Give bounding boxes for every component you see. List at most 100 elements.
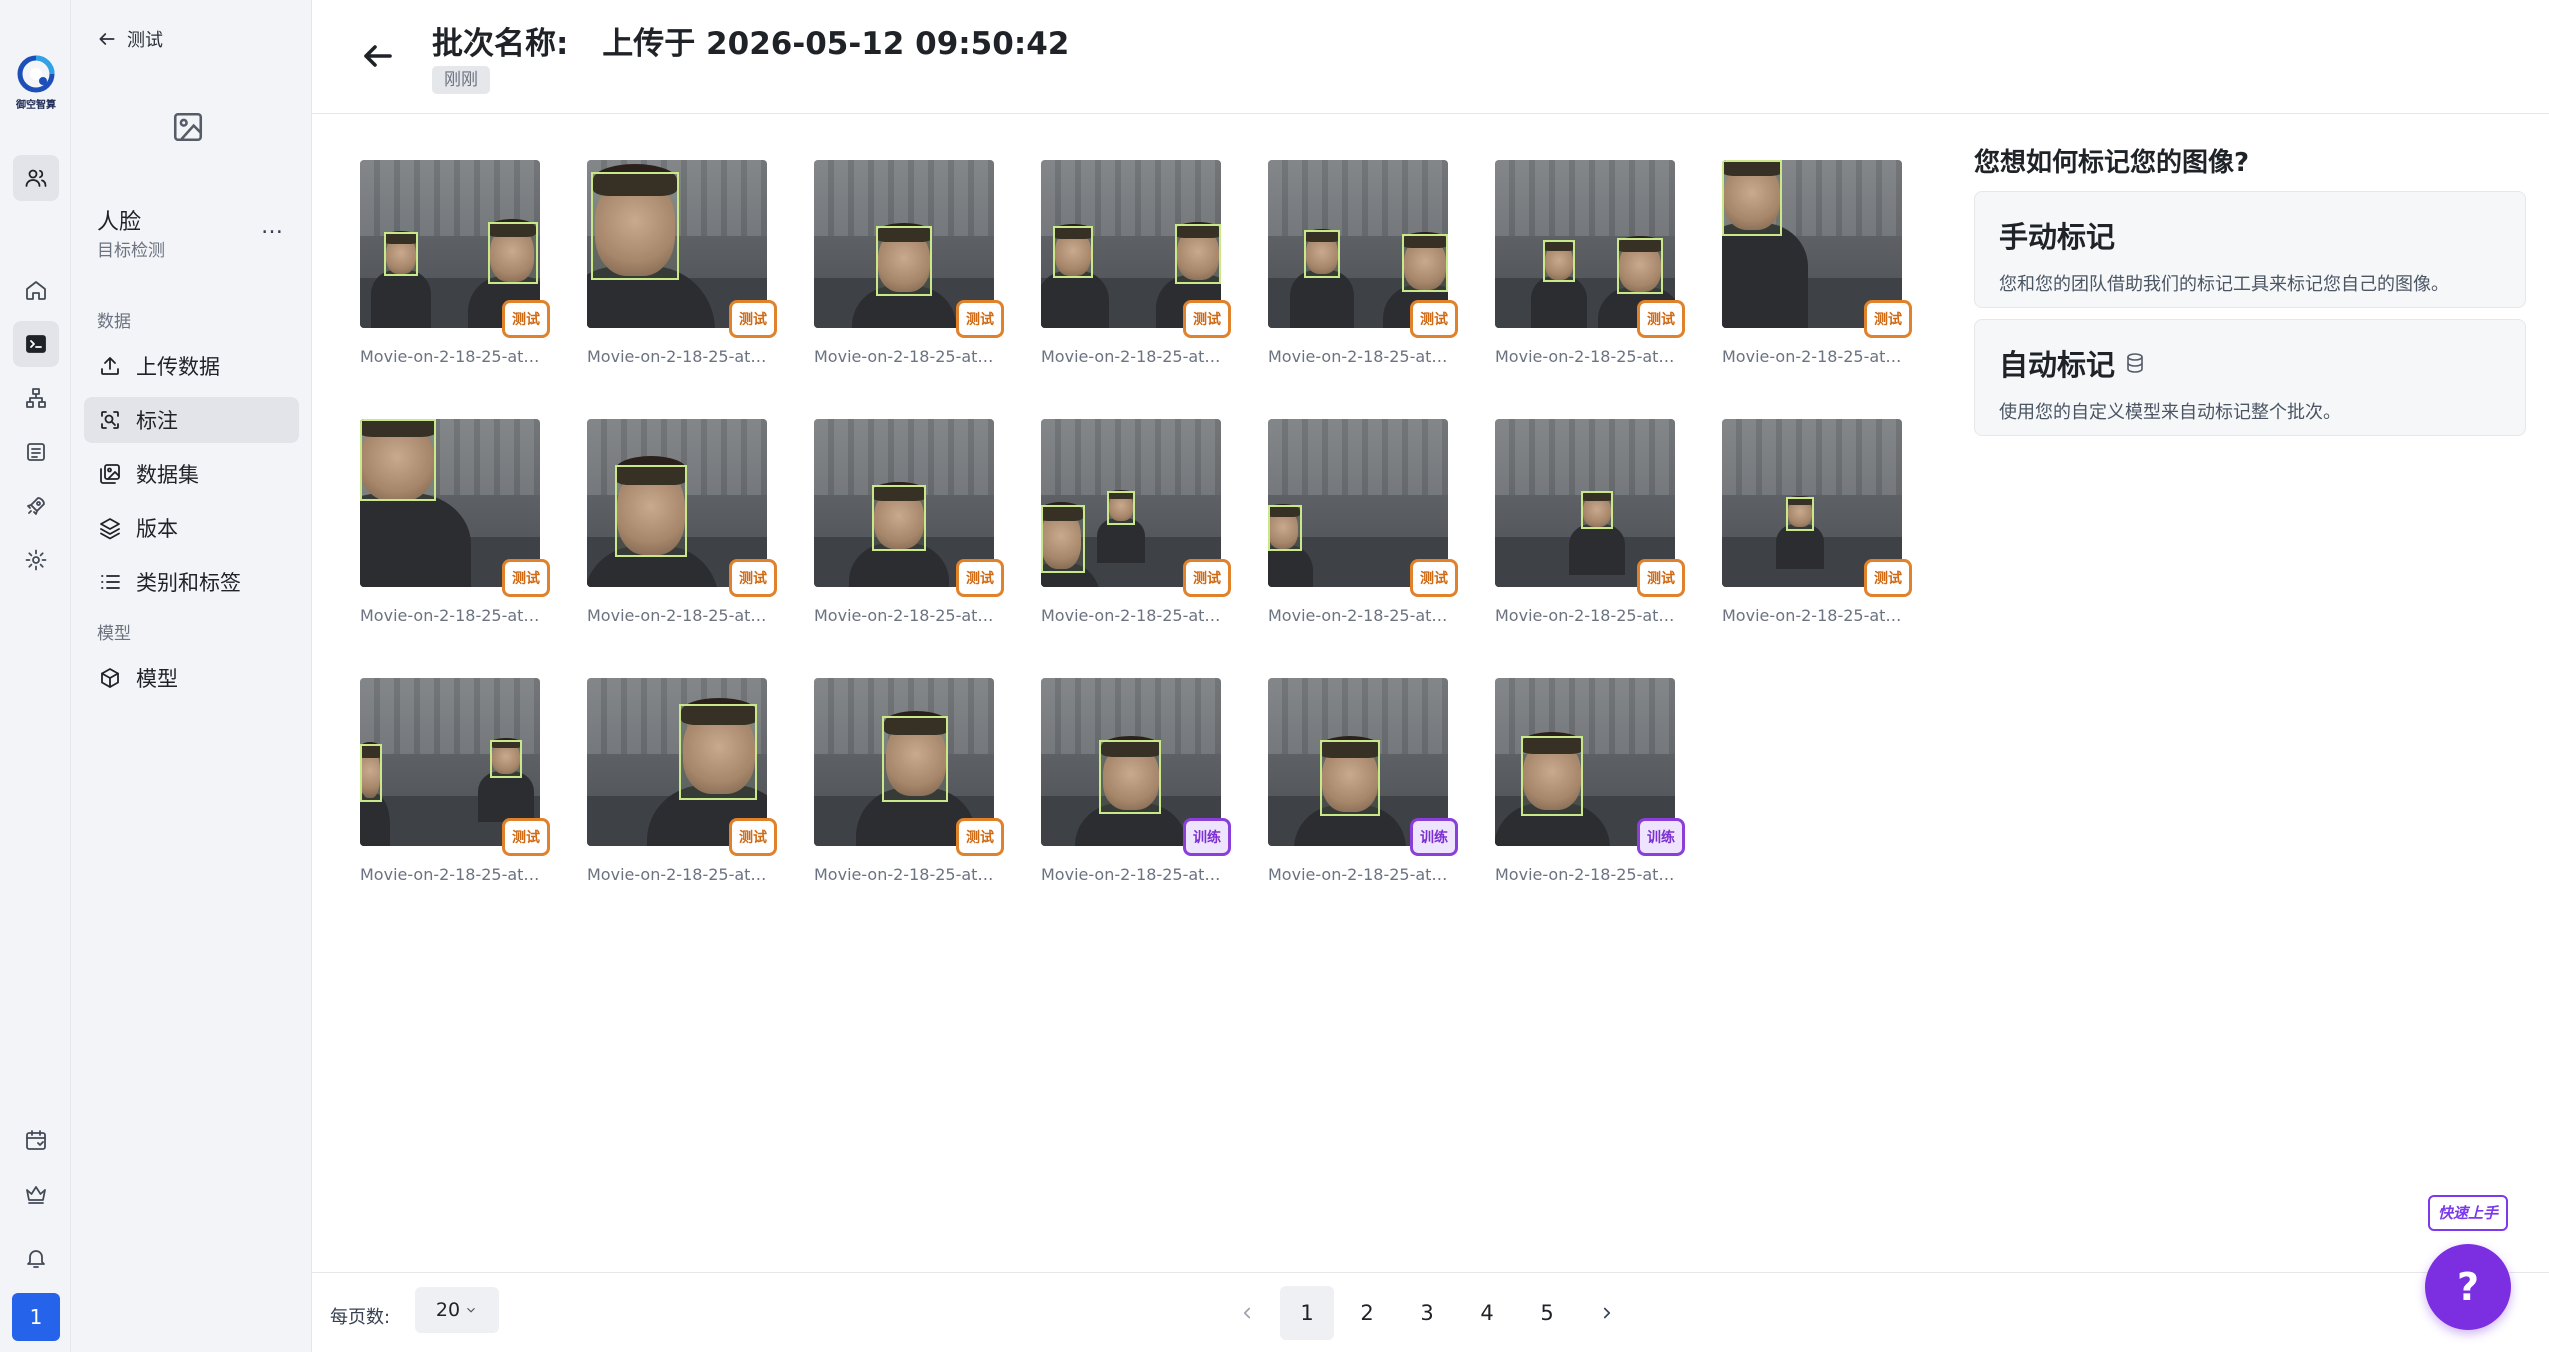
sidebar-item-dataset[interactable]: 数据集	[84, 451, 299, 497]
image-filename: Movie-on-2-18-25-at-…	[814, 606, 994, 625]
project-name: 人脸	[97, 210, 142, 235]
image-tile[interactable]: 测试 Movie-on-2-18-25-at-…	[1495, 419, 1691, 625]
gear-icon	[25, 549, 47, 571]
page-button-3[interactable]: 3	[1400, 1286, 1454, 1340]
image-tile[interactable]: 训练 Movie-on-2-18-25-at-…	[1495, 678, 1691, 884]
split-badge: 测试	[1410, 300, 1458, 338]
image-tile[interactable]: 测试 Movie-on-2-18-25-at-…	[360, 678, 556, 884]
page-button-4[interactable]: 4	[1460, 1286, 1514, 1340]
rail-deploy-button[interactable]	[13, 483, 59, 529]
annotation-box	[384, 232, 418, 276]
image-thumbnail[interactable]: 测试	[814, 419, 1004, 597]
annotation-box	[1581, 491, 1613, 529]
image-thumbnail[interactable]: 训练	[1041, 678, 1231, 856]
rail-docs-button[interactable]	[13, 429, 59, 475]
manual-label-card[interactable]: 手动标记 您和您的团队借助我们的标记工具来标记您自己的图像。	[1974, 191, 2526, 308]
image-thumbnail[interactable]: 测试	[1495, 419, 1685, 597]
prev-page-button[interactable]	[1220, 1286, 1274, 1340]
image-thumbnail[interactable]: 训练	[1495, 678, 1685, 856]
image-thumbnail[interactable]: 测试	[1041, 160, 1231, 338]
sidebar-item-label: 数据集	[136, 463, 199, 487]
rail-home-button[interactable]	[13, 267, 59, 313]
image-tile[interactable]: 测试 Movie-on-2-18-25-at-…	[1722, 160, 1918, 366]
image-thumbnail[interactable]: 测试	[814, 160, 1004, 338]
image-tile[interactable]: 测试 Movie-on-2-18-25-at-…	[587, 160, 783, 366]
split-badge: 测试	[1864, 559, 1912, 597]
image-tile[interactable]: 训练 Movie-on-2-18-25-at-…	[1268, 678, 1464, 884]
image-thumbnail[interactable]: 测试	[1722, 160, 1912, 338]
rail-workflow-button[interactable]	[13, 375, 59, 421]
image-filename: Movie-on-2-18-25-at-…	[1722, 606, 1902, 625]
image-thumbnail[interactable]: 测试	[1268, 160, 1458, 338]
quick-start-button[interactable]: 快速上手	[2428, 1195, 2509, 1231]
image-thumbnail[interactable]: 训练	[1268, 678, 1458, 856]
image-tile[interactable]: 测试 Movie-on-2-18-25-at-…	[814, 678, 1010, 884]
image-thumbnail[interactable]: 测试	[1495, 160, 1685, 338]
image-thumbnail[interactable]: 测试	[360, 678, 550, 856]
image-tile[interactable]: 测试 Movie-on-2-18-25-at-…	[1495, 160, 1691, 366]
image-filename: Movie-on-2-18-25-at-…	[1722, 347, 1902, 366]
image-thumbnail[interactable]: 测试	[1041, 419, 1231, 597]
user-avatar[interactable]: 1	[12, 1293, 60, 1341]
image-tile[interactable]: 测试 Movie-on-2-18-25-at-…	[1722, 419, 1918, 625]
app-rail: 御空智算 1	[0, 0, 71, 1352]
split-badge: 测试	[502, 300, 550, 338]
rail-workspace-button[interactable]	[13, 155, 59, 201]
rail-notifications-button[interactable]	[13, 1235, 59, 1281]
image-tile[interactable]: 测试 Movie-on-2-18-25-at-…	[587, 419, 783, 625]
image-tile[interactable]: 训练 Movie-on-2-18-25-at-…	[1041, 678, 1237, 884]
image-tile[interactable]: 测试 Movie-on-2-18-25-at-…	[814, 419, 1010, 625]
project-image-icon[interactable]	[171, 110, 205, 144]
section-label-model: 模型	[97, 624, 131, 644]
page-button-2[interactable]: 2	[1340, 1286, 1394, 1340]
image-thumbnail[interactable]: 测试	[1722, 419, 1912, 597]
sidebar-item-models[interactable]: 模型	[84, 655, 299, 701]
page-button-5[interactable]: 5	[1520, 1286, 1574, 1340]
bell-icon	[27, 1250, 45, 1268]
image-thumbnail[interactable]: 测试	[587, 160, 777, 338]
pagination-footer: 每页数: 20 1 2 3 4 5	[312, 1272, 2549, 1352]
annotation-box	[1304, 230, 1340, 278]
image-tile[interactable]: 测试 Movie-on-2-18-25-at-…	[814, 160, 1010, 366]
sidebar-item-annotate[interactable]: 标注	[84, 397, 299, 443]
rail-calendar-button[interactable]	[13, 1117, 59, 1163]
image-thumbnail[interactable]: 测试	[1268, 419, 1458, 597]
split-badge: 测试	[956, 300, 1004, 338]
rail-upgrade-button[interactable]	[13, 1171, 59, 1217]
back-to-workspace-link[interactable]: 测试	[97, 26, 163, 52]
split-badge: 测试	[1183, 300, 1231, 338]
batch-time-badge: 刚刚	[432, 66, 490, 94]
image-thumbnail[interactable]: 测试	[587, 419, 777, 597]
page-button-1[interactable]: 1	[1280, 1286, 1334, 1340]
sidebar-item-classes[interactable]: 类别和标签	[84, 559, 299, 605]
brand-logo[interactable]: 御空智算	[8, 54, 64, 114]
rail-projects-button[interactable]	[13, 321, 59, 367]
image-thumbnail[interactable]: 测试	[360, 419, 550, 597]
document-icon	[27, 443, 45, 461]
annotation-box	[1053, 226, 1093, 278]
image-tile[interactable]: 测试 Movie-on-2-18-25-at-…	[1041, 160, 1237, 366]
help-button[interactable]: ?	[2425, 1244, 2511, 1330]
project-more-button[interactable]: …	[261, 214, 284, 239]
annotation-box	[1521, 736, 1583, 816]
arrow-left-icon	[99, 33, 115, 45]
image-tile[interactable]: 测试 Movie-on-2-18-25-at-…	[1268, 419, 1464, 625]
next-page-button[interactable]	[1580, 1286, 1634, 1340]
auto-label-title: 自动标记	[1999, 348, 2116, 382]
image-tile[interactable]: 测试 Movie-on-2-18-25-at-…	[587, 678, 783, 884]
image-tile[interactable]: 测试 Movie-on-2-18-25-at-…	[1268, 160, 1464, 366]
image-thumbnail[interactable]: 测试	[814, 678, 1004, 856]
auto-label-card[interactable]: 自动标记 使用您的自定义模型来自动标记整个批次。	[1974, 319, 2526, 436]
split-badge: 测试	[1637, 300, 1685, 338]
per-page-select[interactable]: 20	[415, 1287, 499, 1333]
users-icon	[25, 169, 47, 187]
sidebar-item-versions[interactable]: 版本	[84, 505, 299, 551]
header-back-button[interactable]	[360, 38, 396, 74]
sidebar-item-upload[interactable]: 上传数据	[84, 343, 299, 389]
image-tile[interactable]: 测试 Movie-on-2-18-25-at-…	[1041, 419, 1237, 625]
image-tile[interactable]: 测试 Movie-on-2-18-25-at-…	[360, 419, 556, 625]
image-thumbnail[interactable]: 测试	[587, 678, 777, 856]
image-thumbnail[interactable]: 测试	[360, 160, 550, 338]
rail-settings-button[interactable]	[13, 537, 59, 583]
image-tile[interactable]: 测试 Movie-on-2-18-25-at-…	[360, 160, 556, 366]
